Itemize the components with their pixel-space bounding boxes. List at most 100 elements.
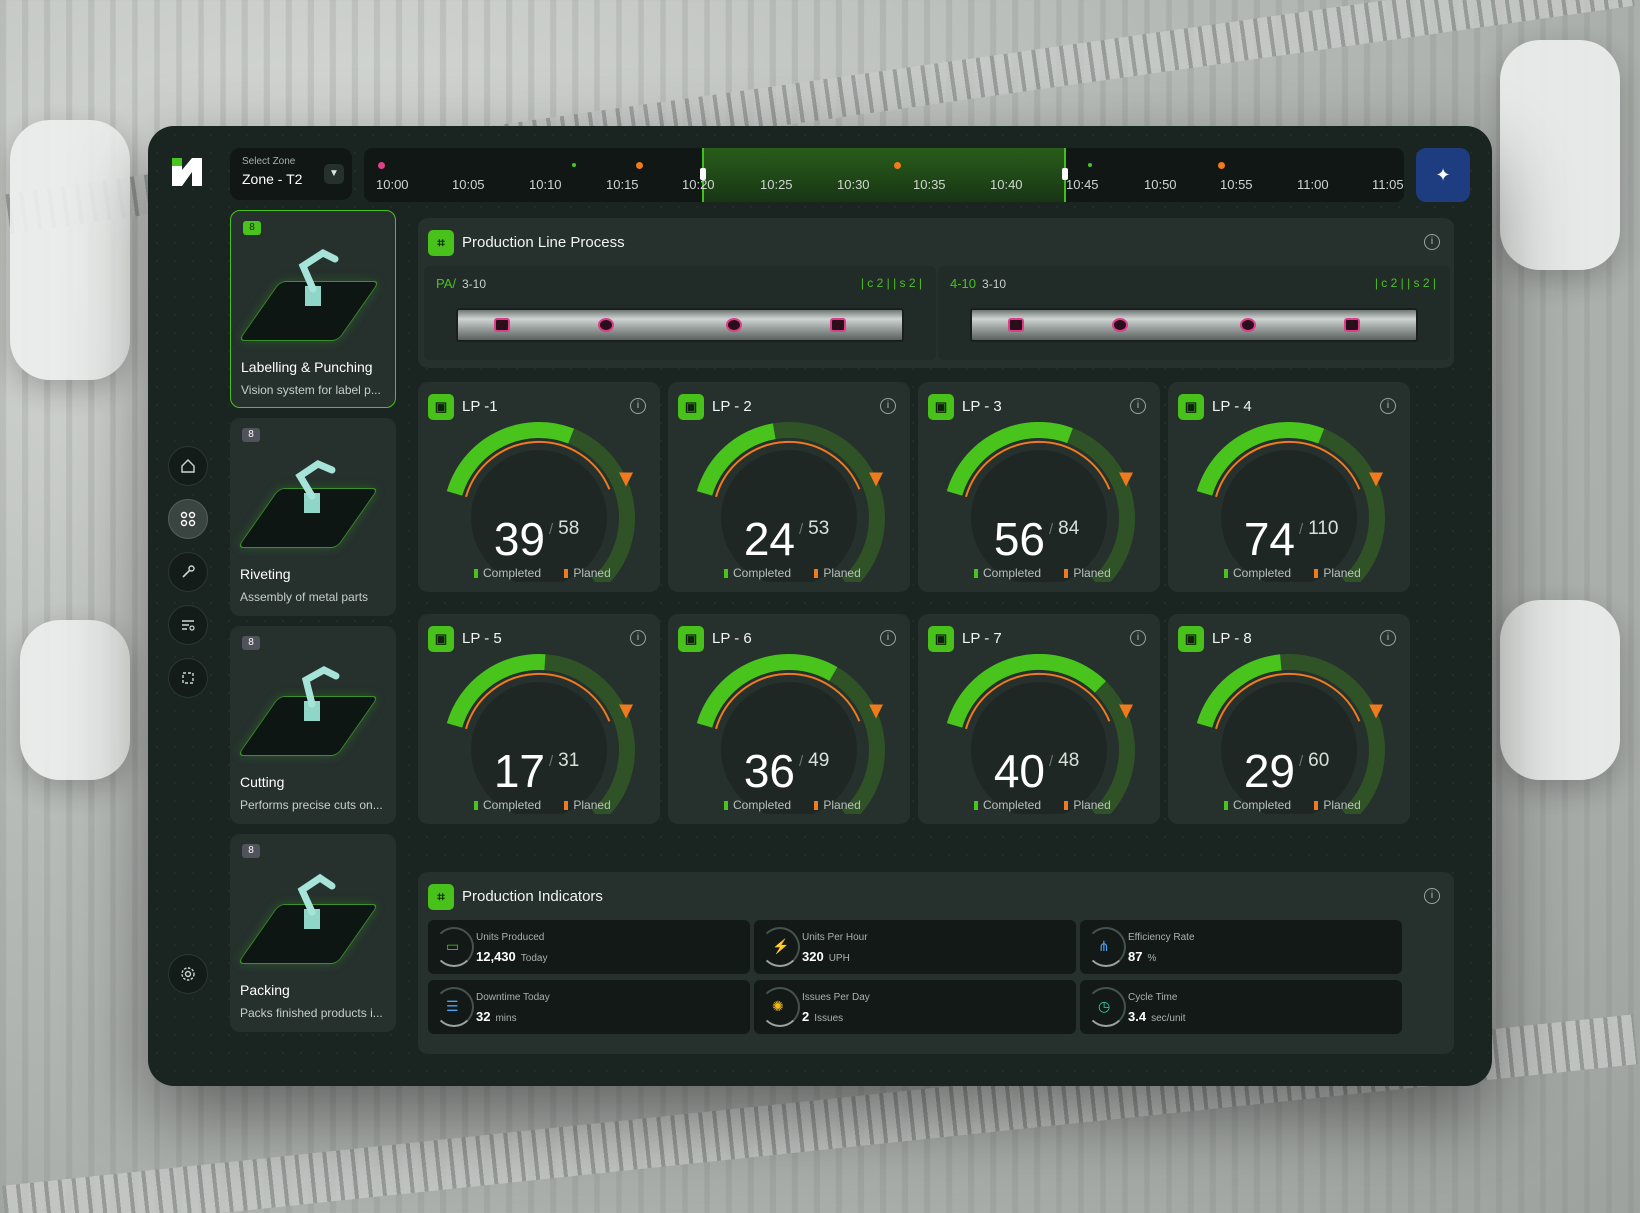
gauge-legend: Completed Planed xyxy=(474,566,611,580)
station-count-badge: 8 xyxy=(243,221,261,235)
nav-frame[interactable] xyxy=(168,658,208,698)
nav-home[interactable] xyxy=(168,446,208,486)
bug-icon: ✺ xyxy=(772,998,784,1014)
info-icon[interactable]: i xyxy=(1130,398,1146,414)
info-icon[interactable]: i xyxy=(880,630,896,646)
completed-value: 56 xyxy=(993,513,1045,565)
line-gauge-card[interactable]: ▣ LP -1 i 39 58 Completed Planed xyxy=(418,382,660,592)
indicator-card[interactable]: ☰ Downtime Today 32 mins xyxy=(428,980,750,1034)
line-gauge-card[interactable]: ▣ LP - 5 i 17 31 Completed Planed xyxy=(418,614,660,824)
timeline-tick: 10:30 xyxy=(837,177,870,192)
info-icon[interactable]: i xyxy=(1380,630,1396,646)
indicator-unit: % xyxy=(1147,953,1157,964)
list-icon: ☰ xyxy=(446,998,459,1014)
timeline-event-dot[interactable] xyxy=(572,163,576,167)
info-icon[interactable]: i xyxy=(630,630,646,646)
info-icon[interactable]: i xyxy=(1424,888,1440,904)
timeline-event-dot[interactable] xyxy=(894,162,901,169)
station-card[interactable]: 8 Packing Packs finished products i... xyxy=(230,834,396,1032)
station-card[interactable]: 8 Cutting Performs precise cuts on... xyxy=(230,626,396,824)
legend-swatch-completed xyxy=(474,569,478,579)
planned-value: 53 xyxy=(799,518,829,540)
gauge-legend: Completed Planed xyxy=(974,566,1111,580)
timeline-tick: 10:00 xyxy=(376,177,409,192)
station-description: Vision system for label p... xyxy=(241,383,381,397)
indicator-label: Units Per Hour xyxy=(802,932,868,943)
indicator-value: 87% xyxy=(1128,949,1156,964)
lane-c: c 2 xyxy=(867,276,884,290)
indicator-card[interactable]: ◷ Cycle Time 3.4 sec/unit xyxy=(1080,980,1402,1034)
indicator-card[interactable]: ⚡ Units Per Hour 320 UPH xyxy=(754,920,1076,974)
lane-code-text: PA/ xyxy=(436,276,456,291)
indicator-unit: UPH xyxy=(828,953,850,964)
lane-s: s 2 xyxy=(899,276,916,290)
ai-assistant-button[interactable]: ✦ xyxy=(1416,148,1470,202)
timeline-tick: 10:50 xyxy=(1144,177,1177,192)
indicator-label: Efficiency Rate xyxy=(1128,932,1195,943)
info-icon[interactable]: i xyxy=(1424,234,1440,250)
nav-settings[interactable] xyxy=(168,954,208,994)
completed-value: 40 xyxy=(993,745,1045,797)
gauge-legend: Completed Planed xyxy=(474,798,611,812)
panel-title: Production Indicators xyxy=(462,888,603,905)
nav-dashboard[interactable] xyxy=(168,499,208,539)
timeline-event-dot[interactable] xyxy=(1088,163,1092,167)
gauge-legend: Completed Planed xyxy=(1224,566,1361,580)
production-line-icon: ▣ xyxy=(1178,394,1204,420)
planned-value: 84 xyxy=(1049,518,1079,540)
station-card[interactable]: 8 Labelling & Punching Vision system for… xyxy=(230,210,396,408)
timeline-event-dot[interactable] xyxy=(636,162,643,169)
robot-arm-icon xyxy=(297,873,336,929)
timeline-event-dot[interactable] xyxy=(1218,162,1225,169)
completed-value: 74 xyxy=(1243,513,1295,565)
station-count-badge: 8 xyxy=(242,636,260,650)
planned-value: 58 xyxy=(549,518,579,540)
line-name: LP -1 xyxy=(462,398,498,415)
timeline-tick: 10:25 xyxy=(760,177,793,192)
nav-tools[interactable] xyxy=(168,552,208,592)
line-gauge-card[interactable]: ▣ LP - 7 i 40 48 Completed Planed xyxy=(918,614,1160,824)
planned-value: 31 xyxy=(549,750,579,772)
legend-swatch-planned xyxy=(1314,569,1319,579)
station-title: Riveting xyxy=(240,566,291,582)
timeline-tick: 10:10 xyxy=(529,177,562,192)
process-lane[interactable]: 4-10 3-10 | c 2 | | s 2 | xyxy=(938,266,1450,360)
line-gauge-card[interactable]: ▣ LP - 8 i 29 60 Completed Planed xyxy=(1168,614,1410,824)
indicator-number: 87 xyxy=(1128,949,1143,964)
indicator-unit: sec/unit xyxy=(1151,1013,1186,1024)
line-gauge-card[interactable]: ▣ LP - 4 i 74 110 Completed Planed xyxy=(1168,382,1410,592)
indicator-card[interactable]: ▭ Units Produced 12,430 Today xyxy=(428,920,750,974)
station-card[interactable]: 8 Riveting Assembly of metal parts xyxy=(230,418,396,616)
nav-filters[interactable] xyxy=(168,605,208,645)
indicator-card[interactable]: ✺ Issues Per Day 2 Issues xyxy=(754,980,1076,1034)
info-icon[interactable]: i xyxy=(880,398,896,414)
gear-icon xyxy=(181,967,195,981)
completed-value: 36 xyxy=(743,745,795,797)
info-icon[interactable]: i xyxy=(630,398,646,414)
info-icon[interactable]: i xyxy=(1380,398,1396,414)
indicator-card[interactable]: ⋔ Efficiency Rate 87% xyxy=(1080,920,1402,974)
process-lane[interactable]: PA/3-10 | c 2 | | s 2 | xyxy=(424,266,936,360)
brand-logo xyxy=(172,158,202,186)
timeline-scrubber[interactable]: 10:00 10:05 10:10 10:15 10:20 10:25 10:3… xyxy=(364,148,1404,202)
indicator-value: 320 UPH xyxy=(802,949,850,964)
line-name: LP - 6 xyxy=(712,630,752,647)
chevron-down-icon[interactable]: ▼ xyxy=(324,164,344,184)
line-gauge-card[interactable]: ▣ LP - 6 i 36 49 Completed Planed xyxy=(668,614,910,824)
legend-swatch-planned xyxy=(564,569,569,579)
timeline-selection-range[interactable] xyxy=(700,148,1068,202)
robot-arm-icon xyxy=(295,460,336,513)
process-icon: ⌗ xyxy=(428,230,454,256)
line-name: LP - 5 xyxy=(462,630,502,647)
info-icon[interactable]: i xyxy=(1130,630,1146,646)
lane-counters: | c 2 | | s 2 | xyxy=(1374,276,1436,290)
timeline-event-dot[interactable] xyxy=(378,162,385,169)
zone-select[interactable]: Select Zone Zone - T2 ▼ xyxy=(230,148,352,200)
completed-value: 29 xyxy=(1243,745,1295,797)
metal-beam xyxy=(970,308,1418,342)
legend-swatch-completed xyxy=(1224,569,1228,579)
planned-value: 48 xyxy=(1049,750,1079,772)
line-gauge-card[interactable]: ▣ LP - 3 i 56 84 Completed Planed xyxy=(918,382,1160,592)
production-process-panel: ⌗ Production Line Process i PA/3-10 | c … xyxy=(418,218,1454,368)
line-gauge-card[interactable]: ▣ LP - 2 i 24 53 Completed Planed xyxy=(668,382,910,592)
